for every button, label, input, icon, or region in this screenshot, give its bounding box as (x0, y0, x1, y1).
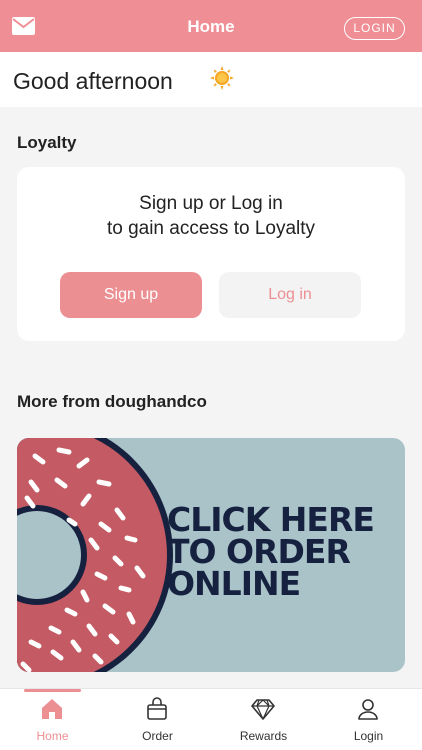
tab-order[interactable]: Order (105, 689, 210, 750)
active-tab-indicator (24, 689, 81, 692)
tab-label: Home (36, 729, 69, 743)
tab-label: Login (353, 729, 384, 743)
diamond-icon (251, 699, 275, 720)
greeting-bar: Good afternoon (0, 52, 422, 107)
login-button[interactable]: Log in (219, 272, 361, 318)
home-icon (42, 699, 62, 719)
tab-label: Order (142, 729, 173, 743)
greeting-text: Good afternoon (13, 68, 173, 94)
loyalty-message: Sign up or Log in to gain access to Loya… (17, 191, 405, 241)
more-section-title: More from doughandco (17, 392, 207, 411)
tab-home[interactable]: Home (0, 689, 105, 750)
loyalty-card: Sign up or Log in to gain access to Loya… (17, 167, 405, 341)
header-login-button[interactable]: LOGIN (344, 17, 405, 40)
person-icon (358, 699, 378, 720)
tab-login[interactable]: Login (316, 689, 421, 750)
top-header: Home LOGIN (0, 0, 422, 52)
signup-button[interactable]: Sign up (60, 272, 202, 318)
loyalty-section-title: Loyalty (17, 133, 77, 152)
bag-icon (147, 697, 167, 720)
tab-label: Rewards (239, 729, 288, 743)
loyalty-message-line1: Sign up or Log in (139, 193, 283, 214)
order-online-banner[interactable]: CLICK HERE TO ORDER ONLINE (17, 438, 405, 672)
sun-icon (210, 66, 234, 90)
banner-line3: ONLINE (167, 564, 301, 603)
tab-rewards[interactable]: Rewards (211, 689, 316, 750)
bottom-tab-bar: Home Order Rewards Login (0, 688, 422, 750)
banner-promo-text: CLICK HERE TO ORDER ONLINE (167, 503, 375, 603)
loyalty-message-line2: to gain access to Loyalty (106, 218, 316, 239)
